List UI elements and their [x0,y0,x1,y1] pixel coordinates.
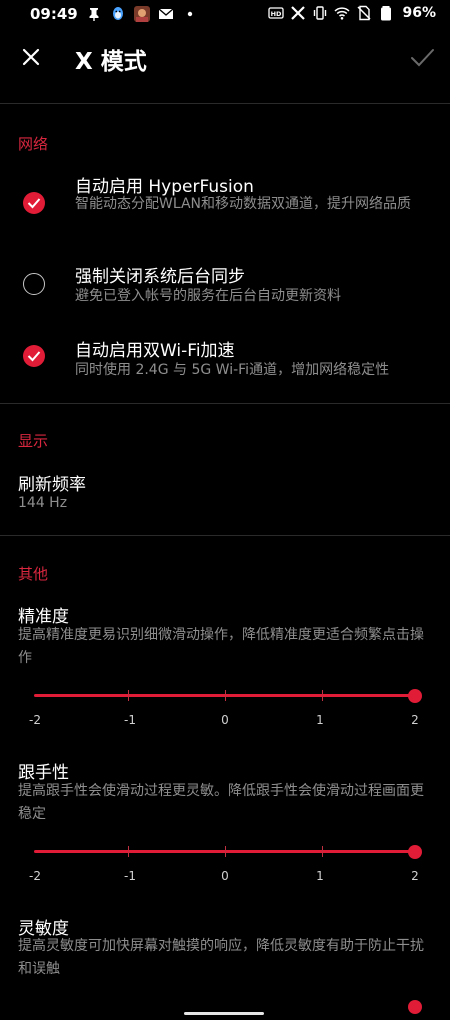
slider-tick [225,846,226,857]
vibrate-icon [312,5,328,21]
slider-tick [322,846,323,857]
tracking-slider[interactable] [30,842,422,862]
precision-slider[interactable] [30,686,422,706]
option-title: 强制关闭系统后台同步 [75,267,245,287]
qq-penguin-icon [110,6,126,22]
battery-percent: 96% [402,5,436,21]
slider-label: 1 [316,713,324,727]
divider [0,403,450,404]
check-icon [27,351,41,362]
divider [0,535,450,536]
option-desc: 智能动态分配WLAN和移动数据双通道，提升网络品质 [75,196,412,212]
precision-slider-labels: -2 -1 0 1 2 [0,713,450,731]
option-title: 自动启用双Wi-Fi加速 [75,341,235,361]
close-icon [22,48,40,66]
confirm-button[interactable] [408,43,436,71]
status-right-icons: HD 96% [268,5,436,21]
no-sim-icon [356,5,372,21]
precision-desc: 提高精准度更易识别细微滑动操作，降低精准度更适合频繁点击操作 [18,627,424,666]
tracking-slider-labels: -2 -1 0 1 2 [0,869,450,887]
slider-track [34,850,418,853]
slider-thumb[interactable] [408,845,422,859]
check-icon [27,198,41,209]
slider-label: -1 [124,869,136,883]
slider-label: -2 [29,713,41,727]
option-desc: 避免已登入帐号的服务在后台自动更新资料 [75,288,341,304]
checkmark-icon [411,49,434,67]
status-left-icons [86,6,198,22]
slider-tick [225,690,226,701]
option-desc: 同时使用 2.4G 与 5G Wi-Fi通道，增加网络稳定性 [75,362,390,378]
slider-tick [322,690,323,701]
slider-label: 2 [411,869,419,883]
gesture-nav-handle[interactable] [184,1012,264,1015]
slider-track [34,694,418,697]
sensitivity-slider-thumb[interactable] [408,1000,422,1014]
checkbox-dual-wifi[interactable] [23,345,45,367]
option-dual-wifi[interactable]: 自动启用双Wi-Fi加速 同时使用 2.4G 与 5G Wi-Fi通道，增加网络… [0,332,450,388]
dot-icon [182,6,198,22]
section-title-other: 其他 [18,565,49,583]
section-title-network: 网络 [18,135,49,153]
checkbox-hyperfusion[interactable] [23,192,45,214]
app-header: X 模式 [0,30,450,86]
slider-label: 0 [221,869,229,883]
mail-icon [158,6,174,22]
tracking-desc: 提高跟手性会使滑动过程更灵敏。降低跟手性会使滑动过程画面更稳定 [18,783,424,822]
close-button[interactable] [17,43,45,71]
slider-label: 1 [316,869,324,883]
game-avatar-icon [134,6,150,22]
refresh-rate-value: 144 Hz [18,495,68,511]
slider-label: 0 [221,713,229,727]
status-bar: 09:49 HD 96% [0,0,450,28]
wifi-icon [334,5,351,21]
hd-icon: HD [268,5,285,21]
battery-icon [378,5,394,21]
slider-tick [128,690,129,701]
section-title-display: 显示 [18,432,49,450]
sensitivity-desc: 提高灵敏度可加快屏幕对触摸的响应，降低灵敏度有助于防止干扰和误触 [18,938,424,977]
slider-label: -1 [124,713,136,727]
divider [0,103,450,104]
slider-thumb[interactable] [408,689,422,703]
x-app-icon [290,5,306,21]
svg-text:HD: HD [271,10,282,18]
slider-tick [128,846,129,857]
checkbox-disable-background-sync[interactable] [23,273,45,295]
notification-pin-icon [86,6,102,22]
option-disable-background-sync[interactable]: 强制关闭系统后台同步 避免已登入帐号的服务在后台自动更新资料 [0,258,450,314]
slider-label: 2 [411,713,419,727]
status-time: 09:49 [30,5,78,23]
option-hyperfusion[interactable]: 自动启用 HyperFusion 智能动态分配WLAN和移动数据双通道，提升网络… [0,168,450,244]
slider-label: -2 [29,869,41,883]
page-title: X 模式 [75,49,147,75]
refresh-rate-setting[interactable]: 刷新频率 144 Hz [0,466,450,516]
